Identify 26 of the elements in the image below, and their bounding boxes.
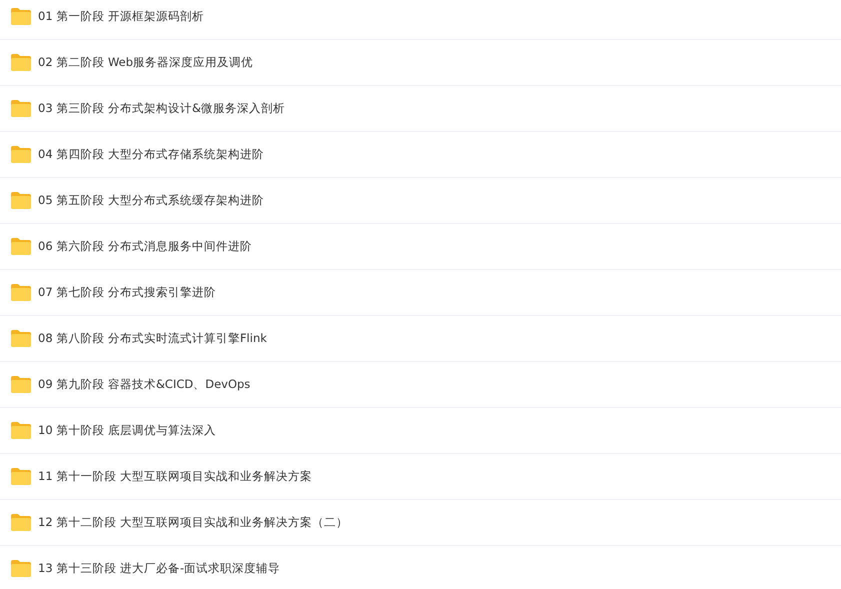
folder-name[interactable]: 04 第四阶段 大型分布式存储系统架构进阶: [38, 147, 264, 162]
folder-name[interactable]: 08 第八阶段 分布式实时流式计算引擎Flink: [38, 331, 267, 346]
folder-icon: [10, 53, 32, 72]
folder-name[interactable]: 02 第二阶段 Web服务器深度应用及调优: [38, 55, 254, 70]
folder-name[interactable]: 05 第五阶段 大型分布式系统缓存架构进阶: [38, 193, 264, 208]
folder-icon: [10, 513, 32, 532]
folder-name[interactable]: 13 第十三阶段 进大厂必备-面试求职深度辅导: [38, 561, 280, 576]
folder-icon: [10, 559, 32, 578]
folder-name[interactable]: 11 第十一阶段 大型互联网项目实战和业务解决方案: [38, 469, 312, 484]
folder-name[interactable]: 03 第三阶段 分布式架构设计&微服务深入剖析: [38, 101, 285, 116]
folder-icon: [10, 329, 32, 348]
folder-icon: [10, 421, 32, 440]
folder-name[interactable]: 06 第六阶段 分布式消息服务中间件进阶: [38, 239, 252, 254]
folder-icon: [10, 237, 32, 256]
folder-name[interactable]: 09 第九阶段 容器技术&CICD、DevOps: [38, 377, 250, 392]
folder-icon: [10, 191, 32, 210]
folder-name[interactable]: 12 第十二阶段 大型互联网项目实战和业务解决方案（二）: [38, 515, 348, 530]
folder-name[interactable]: 07 第七阶段 分布式搜索引擎进阶: [38, 285, 216, 300]
folder-icon: [10, 7, 32, 26]
folder-icon: [10, 467, 32, 486]
folder-icon: [10, 283, 32, 302]
folder-icon: [10, 99, 32, 118]
folder-name[interactable]: 01 第一阶段 开源框架源码剖析: [38, 9, 204, 24]
folder-icon: [10, 375, 32, 394]
folder-icon: [10, 145, 32, 164]
folder-name[interactable]: 10 第十阶段 底层调优与算法深入: [38, 423, 216, 438]
